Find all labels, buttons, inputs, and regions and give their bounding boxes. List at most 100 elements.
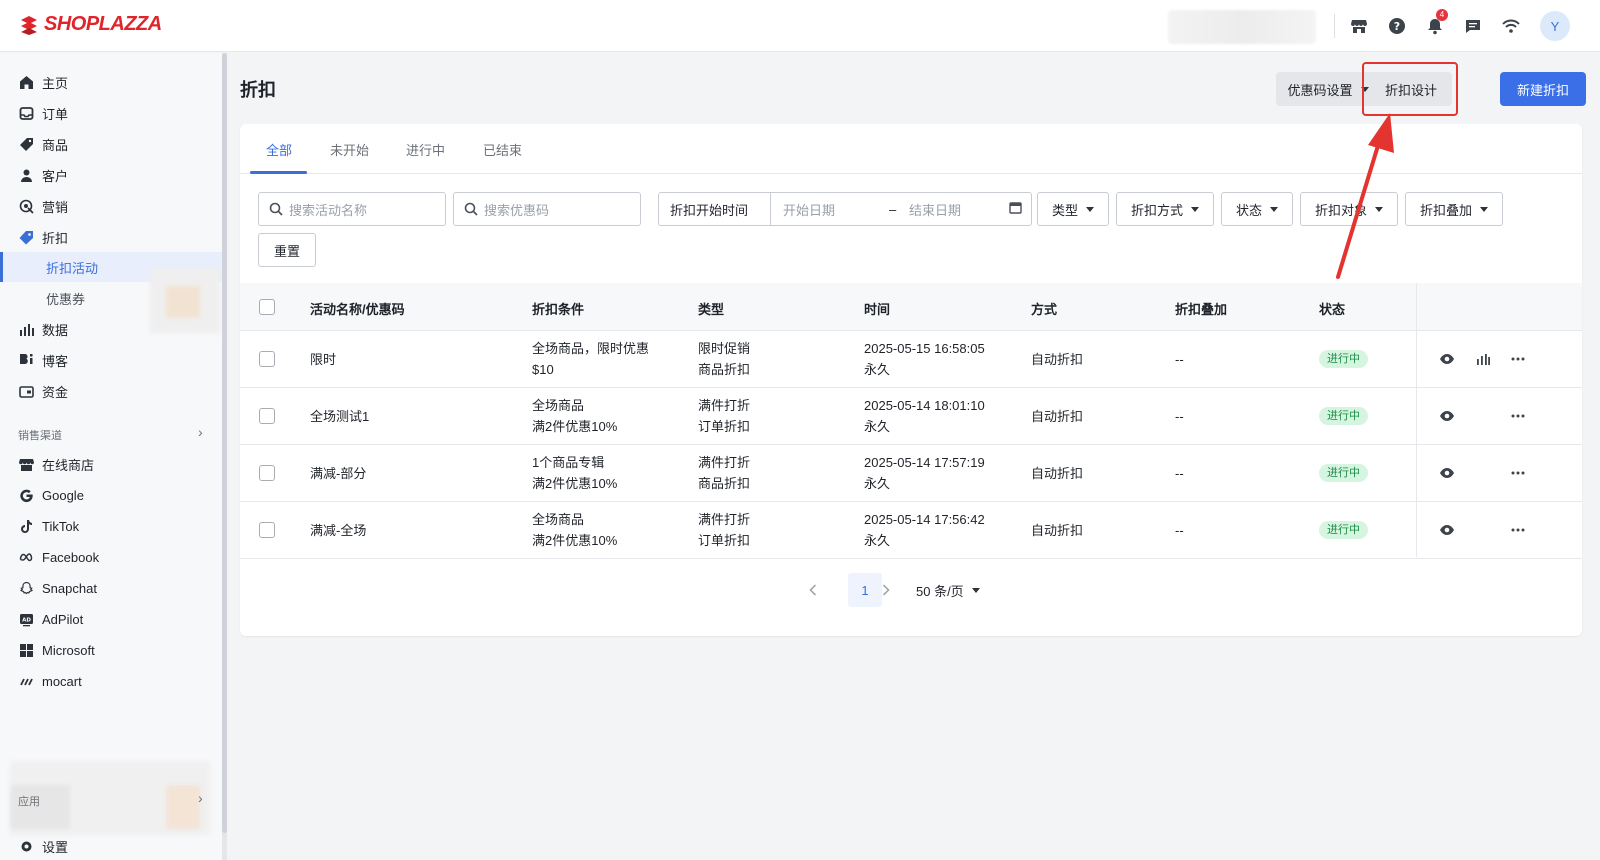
sidebar-item-label: 资金 bbox=[42, 384, 69, 400]
sidebar-item-online-store[interactable]: 在线商店 bbox=[0, 449, 222, 479]
date-range-picker[interactable]: 折扣开始时间 开始日期 – 结束日期 bbox=[658, 192, 1032, 226]
start-time: 2025-05-14 17:56:42 bbox=[864, 512, 985, 527]
duration: 永久 bbox=[864, 476, 891, 491]
chat-icon[interactable] bbox=[1462, 15, 1484, 37]
sidebar-item-blog[interactable]: 博客 bbox=[0, 345, 222, 375]
sidebar-item-discounts[interactable]: 折扣 bbox=[0, 222, 222, 252]
search-code-input[interactable]: 搜索优惠码 bbox=[453, 192, 641, 226]
column-header-stacking: 折扣叠加 bbox=[1175, 302, 1228, 317]
chevron-right-icon[interactable]: › bbox=[198, 424, 203, 440]
row-checkbox[interactable] bbox=[259, 465, 275, 481]
sidebar-item-products[interactable]: 商品 bbox=[0, 129, 222, 159]
table-row[interactable]: 全场测试1 全场商品 满2件优惠10% 满件打折 订单折扣 2025-05-14… bbox=[240, 388, 1582, 445]
status-badge: 进行中 bbox=[1319, 407, 1368, 425]
status-dropdown[interactable]: 状态 bbox=[1221, 192, 1293, 226]
sidebar-item-label: Facebook bbox=[42, 549, 100, 565]
sidebar-item-mocart[interactable]: mocart bbox=[0, 666, 222, 696]
bell-icon[interactable]: 4 bbox=[1424, 9, 1448, 37]
table-row[interactable]: 满减-全场 全场商品 满2件优惠10% 满件打折 订单折扣 2025-05-14… bbox=[240, 502, 1582, 559]
wifi-icon[interactable] bbox=[1500, 15, 1522, 37]
tab-in-progress[interactable]: 进行中 bbox=[406, 140, 445, 159]
method-dropdown[interactable]: 折扣方式 bbox=[1116, 192, 1214, 226]
activity-name[interactable]: 全场测试1 bbox=[310, 406, 369, 427]
row-checkbox[interactable] bbox=[259, 408, 275, 424]
chevron-right-icon[interactable] bbox=[877, 581, 895, 599]
sidebar-item-funds[interactable]: 资金 bbox=[0, 376, 222, 406]
sidebar-item-google[interactable]: Google bbox=[0, 480, 222, 510]
section-label-apps: 应用 bbox=[18, 796, 40, 808]
sidebar-item-snapchat[interactable]: Snapchat bbox=[0, 573, 222, 603]
row-checkbox[interactable] bbox=[259, 351, 275, 367]
sidebar-item-facebook[interactable]: Facebook bbox=[0, 542, 222, 572]
type-line-2: 商品折扣 bbox=[698, 476, 751, 491]
reset-button[interactable]: 重置 bbox=[258, 233, 316, 267]
more-icon[interactable] bbox=[1509, 407, 1527, 425]
search-icon bbox=[269, 202, 283, 216]
row-checkbox[interactable] bbox=[259, 522, 275, 538]
more-icon[interactable] bbox=[1509, 464, 1527, 482]
avatar[interactable]: Y bbox=[1540, 11, 1570, 41]
end-date-input[interactable]: 结束日期 bbox=[909, 200, 1009, 219]
calendar-icon[interactable] bbox=[1009, 201, 1022, 217]
select-all-checkbox[interactable] bbox=[259, 299, 275, 315]
sidebar-item-customers[interactable]: 客户 bbox=[0, 160, 222, 190]
column-header-condition: 折扣条件 bbox=[532, 302, 585, 317]
caret-down-icon bbox=[1480, 206, 1488, 212]
sidebar-item-orders[interactable]: 订单 bbox=[0, 98, 222, 128]
bar-chart-icon[interactable] bbox=[1474, 350, 1492, 368]
sidebar-item-label: AdPilot bbox=[42, 611, 84, 627]
actions-column-divider bbox=[1416, 283, 1417, 557]
chevron-left-icon[interactable] bbox=[804, 581, 822, 599]
help-icon[interactable]: ? bbox=[1386, 15, 1408, 37]
eye-icon[interactable] bbox=[1438, 407, 1456, 425]
tab-not-started[interactable]: 未开始 bbox=[330, 140, 369, 159]
sidebar-item-settings[interactable]: 设置 bbox=[0, 831, 222, 860]
eye-icon[interactable] bbox=[1438, 521, 1456, 539]
tab-all[interactable]: 全部 bbox=[266, 140, 292, 159]
activity-name[interactable]: 满减-全场 bbox=[310, 520, 366, 541]
chevron-right-icon[interactable]: › bbox=[198, 790, 203, 806]
table-row[interactable]: 限时 全场商品，限时优惠 $10 限时促销 商品折扣 2025-05-15 16… bbox=[240, 331, 1582, 388]
sidebar-item-label: Microsoft bbox=[42, 642, 95, 658]
duration: 永久 bbox=[864, 533, 891, 548]
activity-name[interactable]: 限时 bbox=[310, 349, 336, 370]
column-header-name[interactable]: 活动名称/优惠码 bbox=[310, 299, 405, 318]
condition-line-1: 全场商品 bbox=[532, 512, 585, 527]
sidebar-item-adpilot[interactable]: AD AdPilot bbox=[0, 604, 222, 634]
sidebar-item-label: 营销 bbox=[42, 199, 69, 215]
start-date-input[interactable]: 开始日期 bbox=[783, 200, 889, 219]
sidebar-item-label: 设置 bbox=[42, 839, 69, 855]
sidebar-item-marketing[interactable]: 营销 bbox=[0, 191, 222, 221]
search-name-input[interactable]: 搜索活动名称 bbox=[258, 192, 446, 226]
notification-badge: 4 bbox=[1436, 9, 1448, 21]
column-header-status: 状态 bbox=[1319, 302, 1346, 317]
condition-line-2: 满2件优惠10% bbox=[532, 476, 618, 491]
sidebar-scrollbar[interactable] bbox=[222, 53, 227, 860]
shoplazza-logo[interactable]: SHOPLAZZA bbox=[18, 13, 162, 36]
status-badge: 进行中 bbox=[1319, 464, 1368, 482]
sidebar-item-microsoft[interactable]: Microsoft bbox=[0, 635, 222, 665]
new-discount-button[interactable]: 新建折扣 bbox=[1500, 72, 1586, 106]
page-size-selector[interactable]: 50 条/页 bbox=[916, 573, 980, 607]
dropdown-label: 折扣叠加 bbox=[1419, 202, 1472, 218]
condition-line-1: 全场商品 bbox=[532, 398, 585, 413]
sidebar-item-tiktok[interactable]: TikTok bbox=[0, 511, 222, 541]
more-icon[interactable] bbox=[1509, 521, 1527, 539]
condition-line-2: 满2件优惠10% bbox=[532, 419, 618, 434]
sidebar-item-analytics[interactable]: 数据 bbox=[0, 314, 222, 344]
activity-name[interactable]: 满减-部分 bbox=[310, 463, 366, 484]
eye-icon[interactable] bbox=[1438, 464, 1456, 482]
tiktok-icon bbox=[18, 518, 34, 534]
more-icon[interactable] bbox=[1509, 350, 1527, 368]
eye-icon[interactable] bbox=[1438, 350, 1456, 368]
status-badge: 进行中 bbox=[1319, 521, 1368, 539]
table-row[interactable]: 满减-部分 1个商品专辑 满2件优惠10% 满件打折 商品折扣 2025-05-… bbox=[240, 445, 1582, 502]
type-dropdown[interactable]: 类型 bbox=[1037, 192, 1109, 226]
wallet-icon bbox=[18, 383, 34, 399]
sidebar-item-home[interactable]: 主页 bbox=[0, 67, 222, 97]
stacking-dropdown[interactable]: 折扣叠加 bbox=[1405, 192, 1503, 226]
bar-chart-icon bbox=[18, 321, 34, 337]
sidebar-item-label: mocart bbox=[42, 673, 82, 689]
tab-ended[interactable]: 已结束 bbox=[483, 140, 522, 159]
store-icon[interactable] bbox=[1348, 15, 1370, 37]
